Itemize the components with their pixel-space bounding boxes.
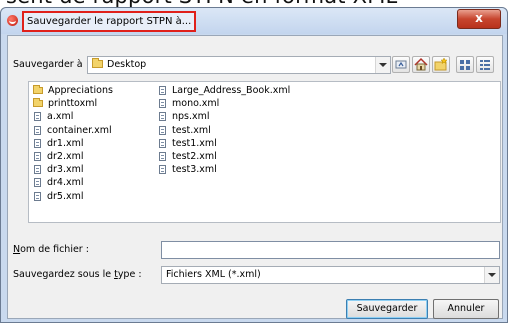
folder-icon [33,85,43,95]
list-item[interactable]: mono.xml [158,97,290,110]
file-icon [34,112,41,122]
list-item[interactable]: dr2.xml [33,150,113,163]
location-combo[interactable]: Desktop [87,56,391,74]
file-icon [159,99,166,109]
file-icon [159,165,166,175]
folder-icon [92,58,103,68]
dialog-body: Sauvegarder à Desktop Appreciations prin… [7,35,503,319]
file-icon [159,152,166,162]
filename-label: Nom de fichier : [13,244,89,255]
title-bar[interactable]: Sauvegarder le rapport STPN à... x [1,8,507,34]
file-icon [159,86,166,96]
filename-input[interactable] [161,241,500,259]
list-item[interactable]: dr1.xml [33,137,113,150]
file-icon [34,152,41,162]
chevron-down-icon[interactable] [484,267,499,283]
list-view-icon [460,60,470,70]
list-item[interactable]: dr3.xml [33,163,113,176]
list-item[interactable]: dr5.xml [33,190,113,203]
filetype-label: Sauvegardez sous le type : [13,269,142,280]
list-item[interactable]: nps.xml [158,110,290,123]
dialog-title: Sauvegarder le rapport STPN à... [22,11,197,32]
filetype-select[interactable]: Fichiers XML (*.xml) [161,266,500,284]
file-list[interactable]: Appreciations printtoxml a.xml container… [28,81,501,223]
up-folder-icon [395,60,407,69]
file-icon [34,165,41,175]
save-dialog: Sauvegarder le rapport STPN à... x Sauve… [0,7,508,323]
list-item[interactable]: container.xml [33,124,113,137]
file-icon [159,138,166,148]
list-item[interactable]: Appreciations [33,84,113,97]
details-view-button[interactable] [476,56,494,73]
list-item[interactable]: test3.xml [158,163,290,176]
close-button[interactable]: x [457,9,501,29]
file-icon [159,125,166,135]
list-item[interactable]: dr4.xml [33,176,113,189]
list-item[interactable]: printtoxml [33,97,113,110]
new-folder-icon [434,57,448,71]
file-column-1: Appreciations printtoxml a.xml container… [33,84,113,203]
folder-icon [33,98,43,108]
app-icon [7,15,18,26]
list-item[interactable]: test2.xml [158,150,290,163]
file-icon [34,125,41,135]
cancel-button[interactable]: Annuler [433,299,499,319]
list-item[interactable]: test1.xml [158,137,290,150]
filetype-value: Fichiers XML (*.xml) [166,269,261,280]
up-folder-button[interactable] [392,56,410,73]
file-icon [34,178,41,188]
file-icon [34,138,41,148]
chevron-down-icon[interactable] [375,57,390,73]
details-view-icon [480,60,490,70]
list-item[interactable]: Large_Address_Book.xml [158,84,290,97]
home-button[interactable] [412,56,430,73]
home-icon [414,57,428,71]
list-view-button[interactable] [456,56,474,73]
file-column-2: Large_Address_Book.xml mono.xml nps.xml … [158,84,290,176]
location-label: Sauvegarder à [13,59,83,70]
save-button[interactable]: Sauvegarder [346,299,428,319]
list-item[interactable]: a.xml [33,110,113,123]
list-item[interactable]: test.xml [158,124,290,137]
new-folder-button[interactable] [432,56,450,73]
file-icon [34,191,41,201]
location-value: Desktop [107,59,147,70]
file-icon [159,112,166,122]
